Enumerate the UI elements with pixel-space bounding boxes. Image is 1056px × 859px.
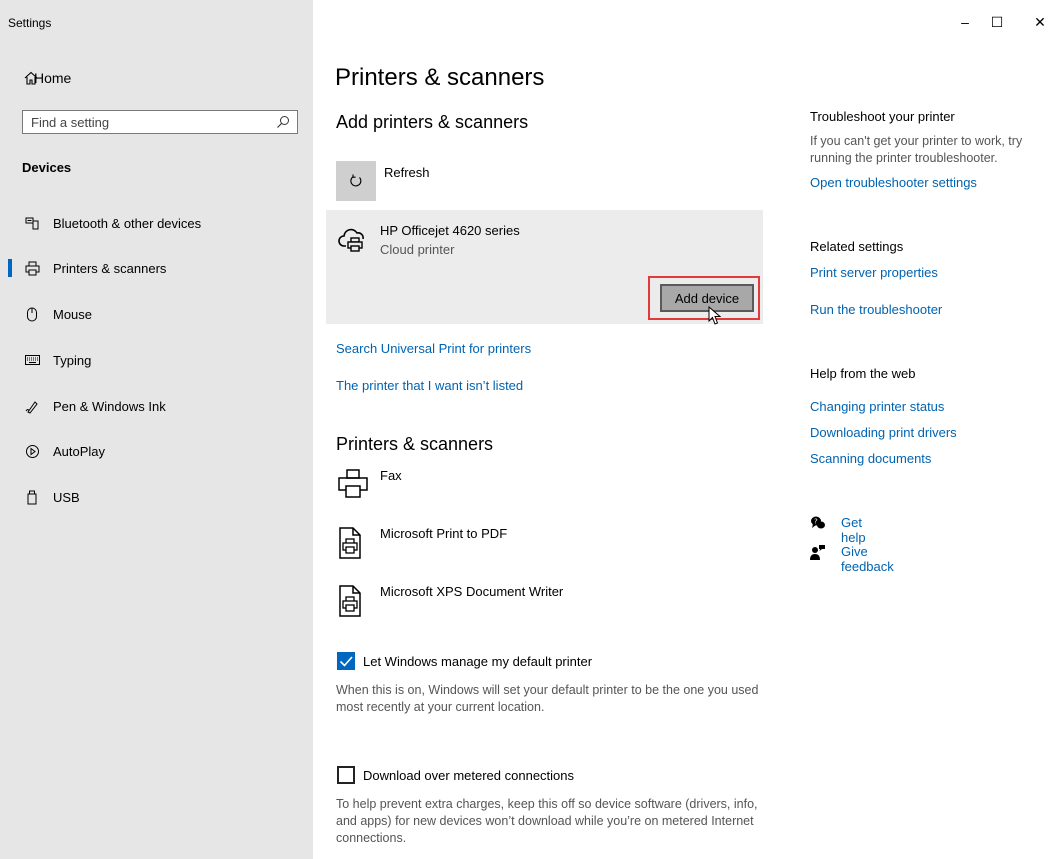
sidebar-item-autoplay[interactable]: AutoPlay <box>0 434 313 468</box>
search-universal-print-link[interactable]: Search Universal Print for printers <box>336 341 531 356</box>
minimize-button[interactable]: – <box>955 12 975 32</box>
page-title: Printers & scanners <box>335 64 545 91</box>
cloud-printer-icon <box>338 228 364 252</box>
home-label: Home <box>34 70 72 86</box>
sidebar-item-label: Printers & scanners <box>53 260 167 276</box>
search-box[interactable] <box>22 110 298 134</box>
run-troubleshooter-link[interactable]: Run the troubleshooter <box>810 302 942 317</box>
changing-printer-status-link[interactable]: Changing printer status <box>810 399 944 414</box>
search-icon <box>277 116 289 128</box>
refresh-button[interactable] <box>336 161 376 201</box>
document-printer-icon <box>339 527 361 559</box>
found-device-name: HP Officejet 4620 series <box>380 223 520 238</box>
close-button[interactable]: ✕ <box>1030 12 1050 32</box>
refresh-label: Refresh <box>384 165 430 180</box>
sidebar-item-label: Bluetooth & other devices <box>53 215 202 231</box>
get-help-icon: ? <box>811 516 825 529</box>
bluetooth-devices-icon <box>24 215 40 231</box>
mouse-icon <box>24 306 40 322</box>
sidebar-item-label: AutoPlay <box>53 443 106 459</box>
get-help-link[interactable]: Get help <box>841 515 866 545</box>
troubleshoot-heading: Troubleshoot your printer <box>810 109 955 124</box>
downloading-print-drivers-link[interactable]: Downloading print drivers <box>810 425 957 440</box>
sidebar-item-bluetooth[interactable]: Bluetooth & other devices <box>0 206 313 240</box>
help-from-web-heading: Help from the web <box>810 366 916 381</box>
found-device-card[interactable]: HP Officejet 4620 series Cloud printer A… <box>326 210 763 325</box>
checkmark-icon <box>339 656 353 667</box>
printer-name: Microsoft XPS Document Writer <box>380 584 564 599</box>
printer-name: Microsoft Print to PDF <box>380 526 508 541</box>
sidebar: Settings Home Devices Bluetooth & other … <box>0 0 313 859</box>
devices-heading: Devices <box>22 160 72 175</box>
metered-download-label: Download over metered connections <box>363 768 575 783</box>
metered-download-description: To help prevent extra charges, keep this… <box>336 797 758 845</box>
home-nav-item[interactable]: Home <box>24 68 72 88</box>
printers-list-heading: Printers & scanners <box>336 434 494 454</box>
window-title: Settings <box>8 16 52 30</box>
fax-printer-icon <box>338 469 368 498</box>
add-printers-heading: Add printers & scanners <box>336 112 529 132</box>
default-printer-label: Let Windows manage my default printer <box>363 654 593 669</box>
sidebar-item-pen[interactable]: Pen & Windows Ink <box>0 389 313 423</box>
usb-icon <box>24 489 40 505</box>
sidebar-item-label: Mouse <box>53 306 93 322</box>
autoplay-icon <box>24 443 40 459</box>
maximize-button[interactable]: ☐ <box>987 12 1007 32</box>
refresh-icon <box>350 174 362 187</box>
sidebar-item-typing[interactable]: Typing <box>0 343 313 377</box>
give-feedback-link[interactable]: Give feedback <box>841 544 894 574</box>
sidebar-item-label: Pen & Windows Ink <box>53 398 166 414</box>
default-printer-checkbox[interactable] <box>337 652 355 670</box>
sidebar-item-label: Typing <box>53 352 92 368</box>
metered-download-checkbox[interactable] <box>337 766 355 784</box>
sidebar-item-mouse[interactable]: Mouse <box>0 297 313 331</box>
mouse-cursor-icon <box>708 306 722 325</box>
sidebar-item-printers[interactable]: Printers & scanners <box>0 251 313 285</box>
feedback-icon <box>810 545 825 560</box>
related-settings-heading: Related settings <box>810 239 904 254</box>
print-server-properties-link[interactable]: Print server properties <box>810 265 938 280</box>
default-printer-description: When this is on, Windows will set your d… <box>336 683 759 714</box>
sidebar-item-usb[interactable]: USB <box>0 480 313 514</box>
troubleshoot-text: If you can't get your printer to work, t… <box>810 134 1023 165</box>
pen-icon <box>24 398 40 414</box>
document-printer-icon <box>339 585 361 617</box>
add-device-button[interactable]: Add device <box>660 284 754 312</box>
printer-icon <box>24 260 40 276</box>
keyboard-icon <box>24 352 40 368</box>
sidebar-item-label: USB <box>53 489 80 505</box>
printer-not-listed-link[interactable]: The printer that I want isn’t listed <box>336 378 523 393</box>
svg-text:?: ? <box>814 518 818 526</box>
scanning-documents-link[interactable]: Scanning documents <box>810 451 931 466</box>
printer-name: Fax <box>380 468 402 483</box>
open-troubleshooter-link[interactable]: Open troubleshooter settings <box>810 175 977 190</box>
search-input[interactable] <box>23 113 273 131</box>
home-icon <box>24 71 38 85</box>
found-device-type: Cloud printer <box>380 242 455 257</box>
